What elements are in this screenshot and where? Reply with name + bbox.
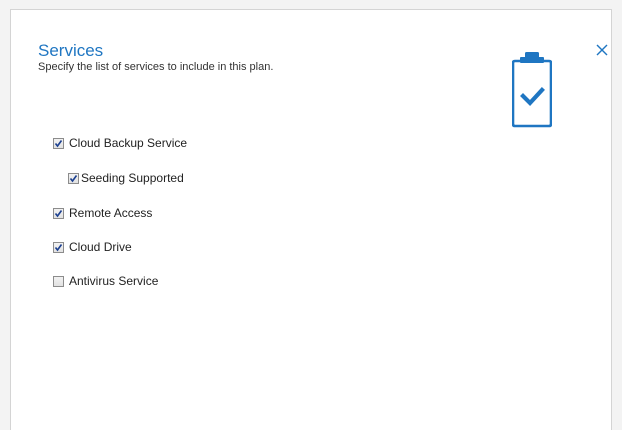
service-option-cloud-backup[interactable]: Cloud Backup Service	[53, 136, 187, 150]
close-button[interactable]	[594, 42, 610, 58]
seeding-supported-checkbox[interactable]	[68, 172, 79, 184]
service-label: Cloud Drive	[69, 240, 132, 254]
service-option-seeding-supported[interactable]: Seeding Supported	[68, 171, 184, 185]
service-option-antivirus[interactable]: Antivirus Service	[53, 274, 158, 288]
dialog-title: Services	[38, 41, 104, 60]
clipboard-check-icon	[512, 52, 552, 128]
service-option-remote-access[interactable]: Remote Access	[53, 206, 152, 220]
service-label: Remote Access	[69, 206, 153, 220]
service-label: Cloud Backup Service	[69, 136, 188, 150]
services-dialog: Services Specify the list of services to…	[10, 9, 612, 430]
dialog-subtitle: Specify the list of services to include …	[38, 61, 274, 73]
cloud-backup-checkbox[interactable]	[53, 137, 64, 149]
service-label: Antivirus Service	[69, 274, 159, 288]
antivirus-checkbox[interactable]	[53, 275, 64, 287]
checkmark-icon	[69, 174, 78, 182]
cloud-drive-checkbox[interactable]	[53, 241, 64, 253]
remote-access-checkbox[interactable]	[53, 207, 64, 219]
checkmark-icon	[54, 243, 63, 251]
close-icon[interactable]	[594, 42, 610, 58]
checkmark-icon	[54, 209, 63, 217]
checkmark-icon	[54, 139, 63, 147]
service-option-cloud-drive[interactable]: Cloud Drive	[53, 240, 132, 254]
service-label: Seeding Supported	[81, 171, 184, 185]
